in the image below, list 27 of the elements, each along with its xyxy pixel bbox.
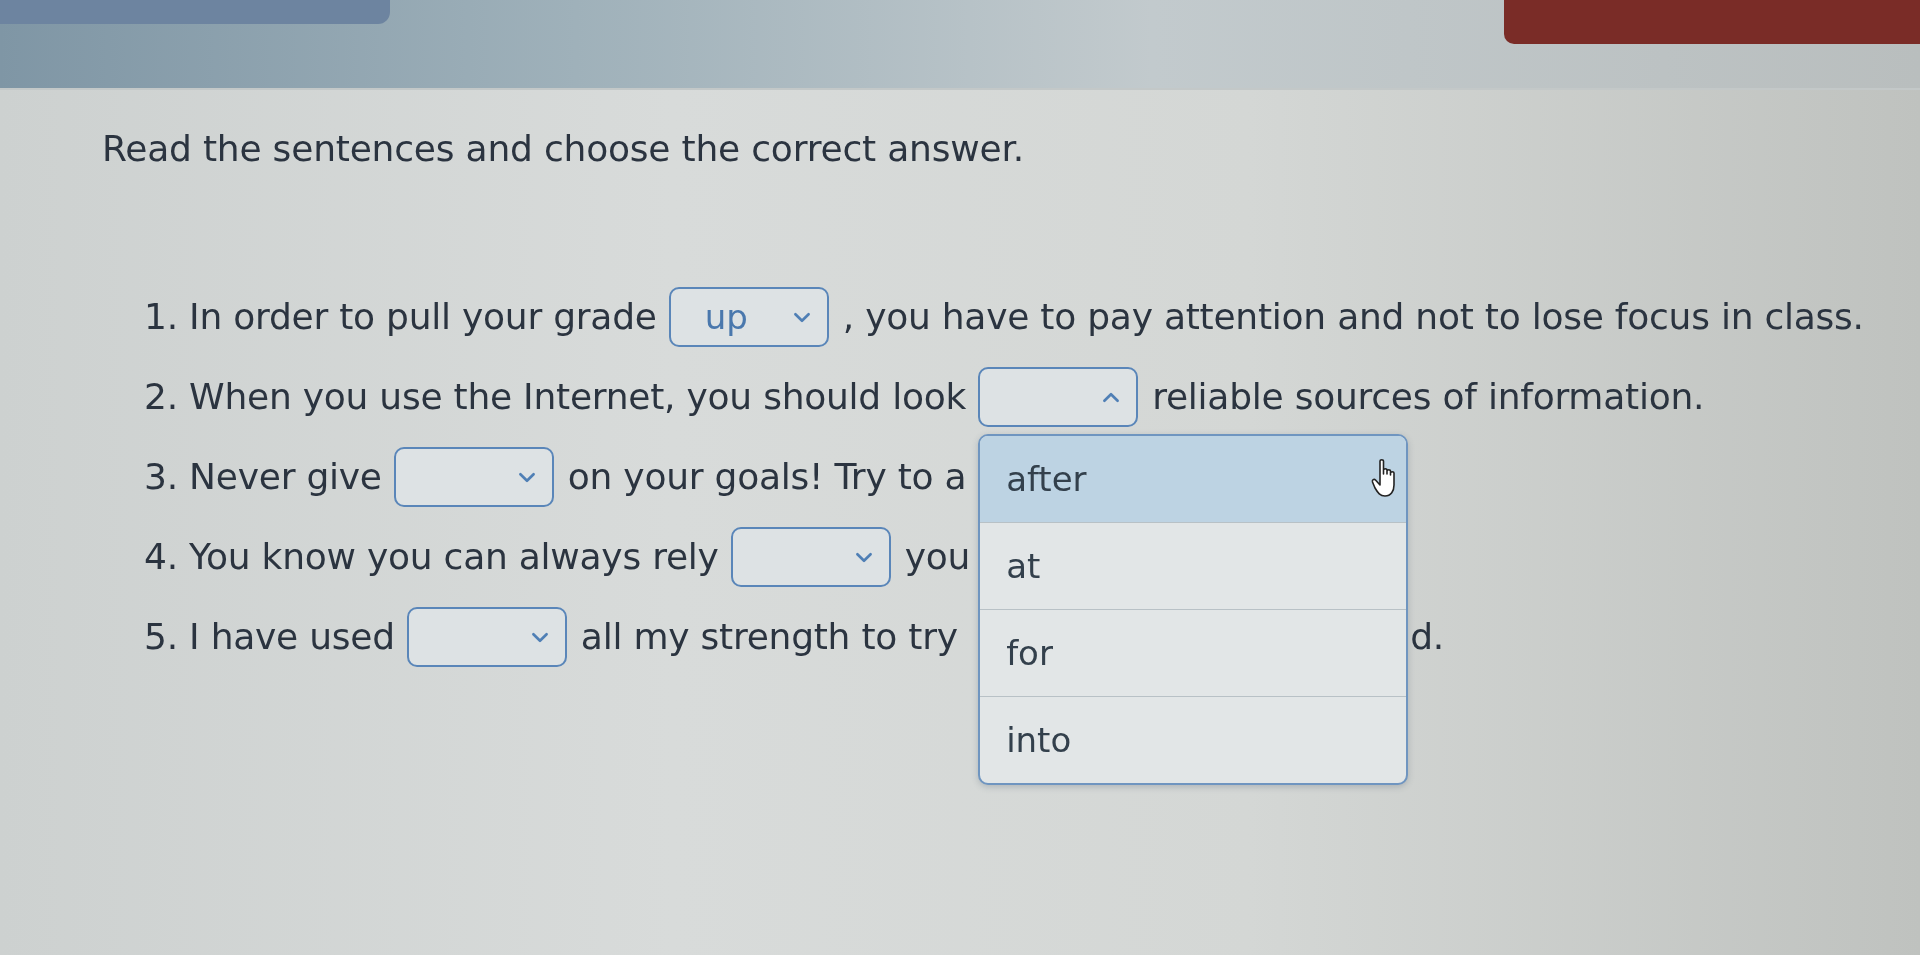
chevron-down-icon	[854, 551, 873, 563]
sentence-text: , you have to pay attention and not to lose focus in class.	[842, 295, 1864, 339]
sentence-text: on your goals! Try to a	[567, 455, 967, 499]
answer-dropdown[interactable]	[406, 607, 567, 667]
answer-dropdown[interactable]	[730, 527, 891, 587]
sentence-text: d.	[1410, 615, 1444, 659]
sentence-text: all my strength to try	[580, 615, 958, 659]
chevron-down-icon	[517, 471, 536, 483]
sentence-text: 3. Never give	[144, 455, 382, 499]
pointer-hand-icon	[1371, 458, 1397, 498]
dropdown-option[interactable]: into	[980, 696, 1407, 783]
sentence-text: reliable sources of information.	[1152, 375, 1705, 419]
chevron-up-icon	[1102, 391, 1121, 403]
dropdown-option[interactable]: after	[980, 436, 1407, 522]
sentence-text: 5. I have used	[144, 615, 395, 659]
answer-dropdown[interactable]	[978, 367, 1139, 427]
dropdown-option[interactable]: for	[980, 609, 1407, 696]
sentence-text: 2. When you use the Internet, you should look	[144, 375, 967, 419]
dropdown-option[interactable]: at	[980, 522, 1407, 609]
chevron-down-icon	[530, 631, 549, 643]
answer-dropdown[interactable]	[393, 447, 554, 507]
sentence-text: you	[904, 535, 971, 579]
answer-dropdown[interactable]: up	[668, 287, 829, 347]
sentence-text: 1. In order to pull your grade	[144, 295, 657, 339]
chevron-down-icon	[792, 311, 811, 323]
sentence-text: 4. You know you can always rely	[144, 535, 719, 579]
instruction-text: Read the sentences and choose the correct answer.	[102, 127, 1024, 171]
